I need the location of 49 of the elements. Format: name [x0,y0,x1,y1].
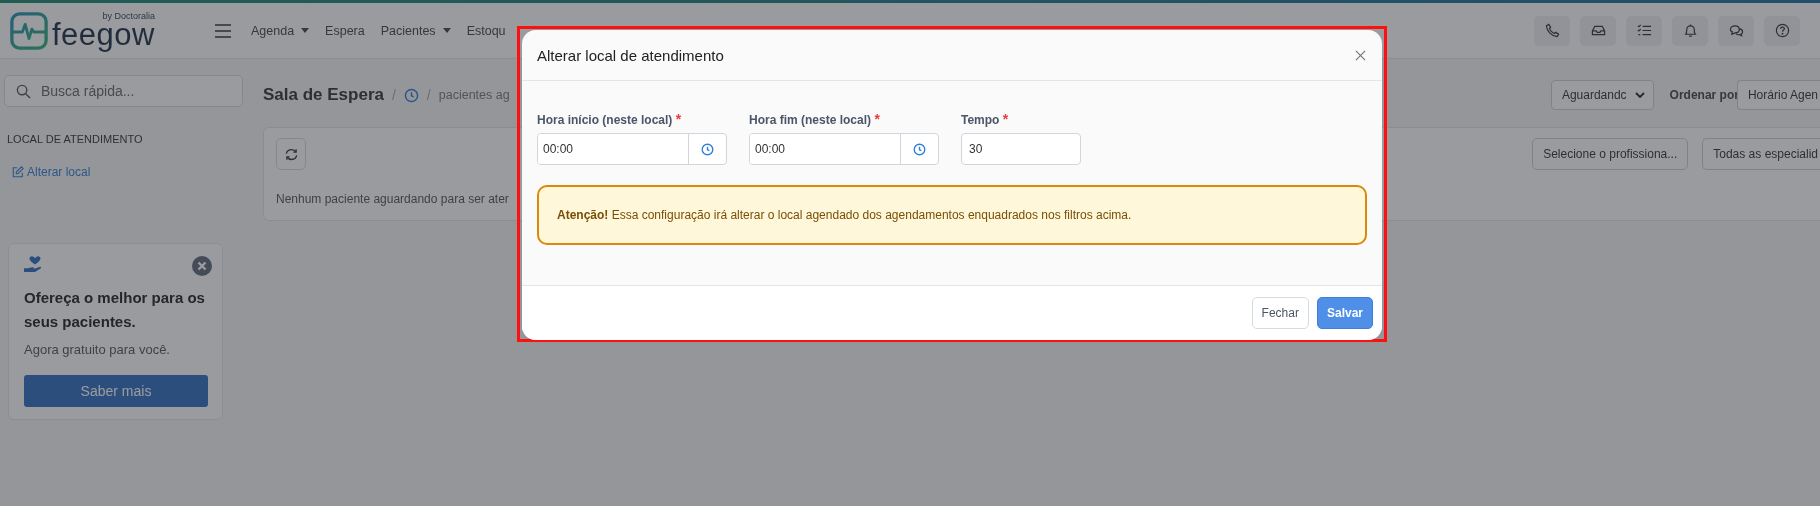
clock-icon[interactable] [701,142,714,156]
time-field[interactable]: 00:00 [537,133,727,165]
promo-subtitle: Agora gratuito para você. [24,342,171,357]
logo-icon [10,11,48,50]
status-select[interactable]: Aguardandc [1550,80,1654,110]
inbox-icon[interactable] [1580,15,1616,46]
breadcrumb-separator: / [391,87,396,103]
refresh-button[interactable] [276,138,306,170]
search-icon [16,84,31,99]
filter-button[interactable]: Todas as especialid [1702,138,1820,170]
close-icon[interactable] [1355,49,1366,61]
breadcrumb-item[interactable]: pacientes ag [438,88,510,102]
logo-byline: by Doctoralia [102,11,155,21]
number-input[interactable]: 30 [961,133,1081,165]
clock-icon[interactable] [913,142,926,156]
nav-link[interactable]: Pacientes [380,23,451,38]
section-heading: LOCAL DE ATENDIMENTO [7,133,144,145]
promo-title: Ofereça o melhor para os seus pacientes. [24,288,206,332]
phone-icon[interactable] [1534,15,1570,46]
learn-more-button[interactable]: Saber mais [24,375,208,407]
modal-title: Alterar local de atendimento [537,46,724,64]
breadcrumb-separator: / [426,87,431,103]
clock-icon [403,87,419,103]
time-field[interactable]: 00:00 [749,133,939,165]
field-label: Hora início (neste local) * [537,111,683,127]
close-icon[interactable] [192,256,212,276]
chat-icon[interactable] [1718,15,1754,46]
close-button[interactable]: Fechar [1251,297,1309,329]
search-field[interactable]: Busca rápida... [4,75,243,107]
save-button[interactable]: Salvar [1316,297,1373,329]
chevron-icon [1634,92,1645,98]
nav-link[interactable]: Agenda [251,23,310,38]
help-icon[interactable] [1764,15,1800,46]
nav-link[interactable]: Estoqu [466,23,506,38]
warning-alert: Atenção! Essa configuração irá alterar o local agendado dos agendamentos enquadrados nos filtros acima. [537,185,1367,245]
field-label: Tempo * [961,111,1010,127]
filter-button[interactable]: Selecione o profissiona... [1532,138,1689,170]
menu-icon[interactable] [215,23,231,38]
page-title: Sala de Espera [263,85,384,105]
nav-link[interactable]: Espera [325,23,365,38]
refresh-icon [283,146,299,162]
change-location-link[interactable]: Alterar local [12,165,91,179]
sort-select[interactable]: Horário Agen [1736,80,1820,110]
bell-icon[interactable] [1672,15,1708,46]
edit-icon [12,166,24,178]
sort-label: Ordenar por [1669,88,1739,102]
empty-message: Nenhum paciente aguardando para ser ater [276,192,510,206]
tasks-icon[interactable] [1626,15,1662,46]
field-label: Hora fim (neste local) * [749,111,881,127]
